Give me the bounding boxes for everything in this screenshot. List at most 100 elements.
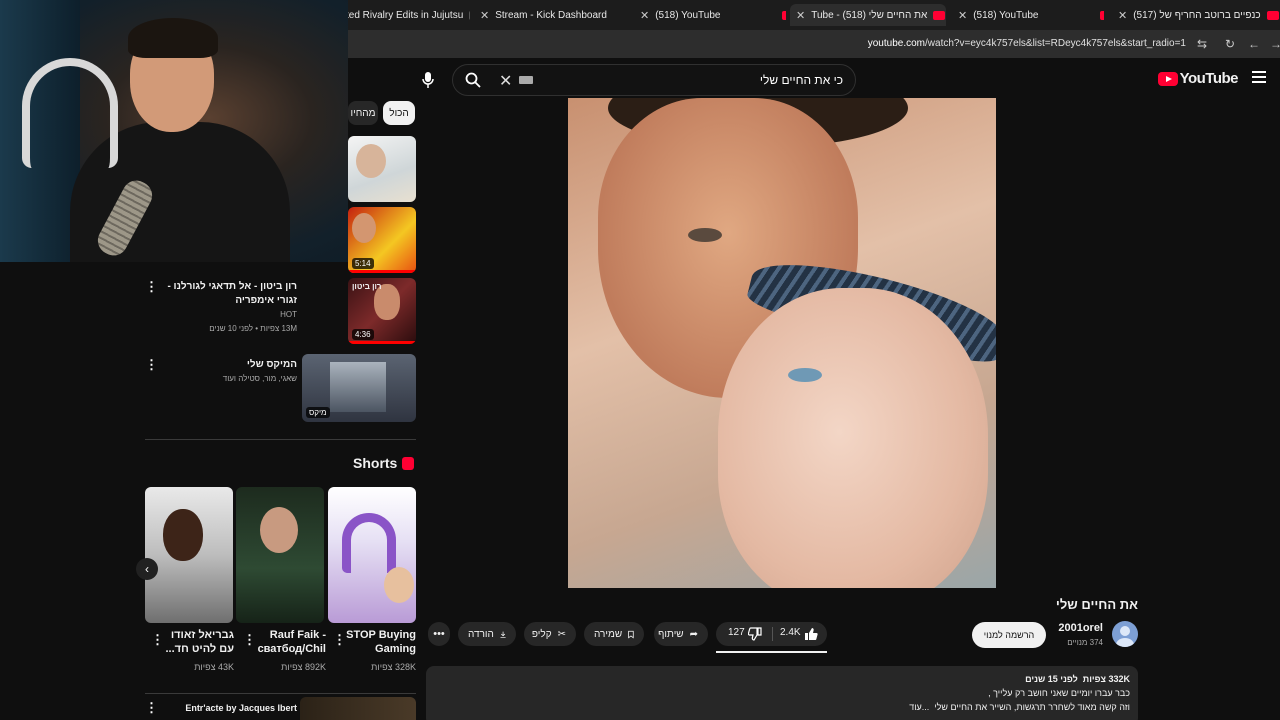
forward-icon[interactable]: →	[1268, 36, 1280, 52]
close-icon[interactable]: ✕	[958, 9, 967, 22]
sidebar-video-meta: 13M צפיות • לפני 10 שנים	[209, 324, 297, 333]
short-title[interactable]: STOP Buying Gaming	[346, 628, 416, 656]
video-title: את החיים שלי	[1055, 597, 1138, 612]
short-views: 892K צפיות	[281, 662, 326, 672]
short-title[interactable]: גבריאל זאודו עם להיט חד...	[164, 628, 235, 656]
sidebar-mix-meta: שאגי, מור, סטילה ועוד	[222, 374, 297, 383]
sidebar-video-channel[interactable]: HOT	[147, 309, 297, 321]
bookmark-icon	[628, 630, 634, 638]
share-label: שיתוף	[658, 628, 684, 640]
dislike-button[interactable]: 127	[716, 622, 772, 646]
tab-label: (518) YouTube	[973, 9, 1039, 21]
more-options-icon[interactable]: ⋮	[151, 632, 164, 648]
back-icon[interactable]: ←	[1246, 36, 1262, 52]
share-icon: ➦	[689, 628, 698, 640]
search-box[interactable]: כי את החיים שלי ✕	[452, 64, 856, 96]
tab-kick-dashboard[interactable]: ✕ Stream - Kick Dashboard	[474, 4, 614, 26]
short-item-2[interactable]	[236, 487, 324, 623]
more-actions-button[interactable]: •••	[428, 622, 450, 646]
save-label: שמירה	[594, 628, 623, 640]
video-player[interactable]	[568, 98, 996, 588]
description-line: כבר עברו יומיים שאני חושב רק עלייך ,	[988, 688, 1130, 698]
thumb-face	[356, 144, 386, 178]
sidebar-video-title[interactable]: רון ביטון - אל תדאגי לגורלנו - זגורי אימ…	[147, 280, 297, 308]
tab-youtube-1[interactable]: ✕ (518) YouTube	[634, 4, 786, 26]
share-button[interactable]: ➦ שיתוף	[654, 622, 708, 646]
watched-progress	[348, 341, 416, 344]
thumbs-down-icon	[748, 627, 762, 641]
download-button[interactable]: הורדה	[458, 622, 516, 646]
more-options-icon[interactable]: ⋮	[145, 357, 158, 373]
close-icon[interactable]: ✕	[796, 9, 805, 22]
video-face-right	[718, 288, 988, 588]
url-text[interactable]: youtube.com/watch?v=eyc4k757els&list=RDe…	[868, 38, 1186, 49]
tab-jujutsu[interactable]: ted Rivalry Edits in Jujutsu	[340, 4, 470, 26]
duration-badge: 4:36	[352, 329, 374, 340]
chip-label: מהחיו	[350, 107, 376, 119]
more-options-icon[interactable]: ⋮	[145, 279, 158, 295]
reload-icon[interactable]: ↻	[1222, 36, 1238, 52]
tab-label: Stream - Kick Dashboard	[495, 9, 607, 21]
like-dislike-group: 2.4K 127	[716, 622, 827, 646]
tab-label: (518) YouTube	[655, 9, 721, 21]
short-item-1[interactable]	[328, 487, 416, 623]
shorts-icon	[402, 457, 414, 470]
clear-search-icon[interactable]: ✕	[499, 71, 512, 91]
sidebar-mix-title[interactable]: המיקס שלי	[157, 358, 297, 372]
close-icon[interactable]: ✕	[480, 9, 489, 22]
sidebar-thumb-mix[interactable]: מיקס	[302, 354, 416, 422]
short-title[interactable]: Rauf Faik - сватбод/Chil	[256, 628, 326, 656]
subscribe-button[interactable]: הרשמה למנוי	[972, 622, 1046, 648]
sidebar-video-title[interactable]: Entr'acte by Jacques Ibert	[147, 701, 297, 715]
screen: ted Rivalry Edits in Jujutsu ✕ Stream - …	[0, 0, 1280, 720]
chip-all[interactable]: הכול	[383, 101, 415, 125]
description-box[interactable]: 332K צפיות לפני 15 שנים כבר עברו יומיים …	[426, 666, 1138, 720]
close-icon[interactable]: ✕	[640, 9, 649, 22]
channel-name[interactable]: 2001orel	[1058, 622, 1103, 634]
like-ratio-bar	[716, 651, 827, 653]
keyboard-icon[interactable]	[519, 76, 533, 84]
clip-label: קליפ	[531, 628, 552, 640]
menu-icon[interactable]	[1252, 71, 1266, 83]
search-input[interactable]: כי את החיים שלי	[760, 73, 843, 87]
description-stats: 332K צפיות לפני 15 שנים	[1025, 674, 1130, 684]
clip-button[interactable]: ✂ קליפ	[524, 622, 576, 646]
like-button[interactable]: 2.4K	[774, 622, 827, 646]
more-options-icon[interactable]: ⋮	[333, 632, 346, 648]
youtube-logo[interactable]: YouTube	[1157, 70, 1239, 87]
mix-badge: מיקס	[306, 407, 330, 418]
video-eye	[688, 228, 722, 242]
short-item-3[interactable]	[145, 487, 233, 623]
channel-avatar[interactable]	[1112, 621, 1138, 647]
scissors-icon: ✂	[557, 628, 566, 640]
microphone-icon[interactable]	[414, 64, 442, 96]
close-icon[interactable]: ✕	[1118, 9, 1127, 22]
download-icon	[500, 631, 506, 638]
show-more-link[interactable]: ...עוד	[909, 702, 929, 712]
sidebar-thumb-3[interactable]: רון ביטון 4:36	[348, 278, 416, 344]
more-options-icon[interactable]: ⋮	[243, 632, 256, 648]
upload-age: לפני 15 שנים	[1025, 674, 1078, 684]
save-button[interactable]: שמירה	[584, 622, 644, 646]
youtube-icon	[1266, 10, 1279, 20]
translate-icon[interactable]: ⇆	[1194, 36, 1210, 52]
view-count: 332K צפיות	[1082, 674, 1130, 684]
carousel-prev-button[interactable]: ‹	[136, 558, 158, 580]
tab-youtube-3[interactable]: ✕ (518) YouTube	[952, 4, 1104, 26]
section-divider	[145, 439, 416, 440]
logo-text: YouTube	[1179, 70, 1239, 87]
thumb-face	[163, 509, 203, 561]
search-icon[interactable]	[465, 72, 481, 88]
sidebar-thumb-bottom[interactable]	[300, 697, 416, 720]
tab-label: ted Rivalry Edits in Jujutsu	[346, 9, 464, 21]
tab-youtube-active[interactable]: ✕ Tube - את החיים שלי (518)	[790, 4, 946, 26]
tab-youtube-4[interactable]: ✕ (517) כנפיים ברוטב החריף של	[1112, 4, 1280, 26]
chip-second[interactable]: מהחיו	[348, 101, 378, 125]
more-options-icon[interactable]: ⋮	[145, 700, 158, 716]
thumb-face	[260, 507, 298, 553]
sidebar-thumb-1[interactable]	[348, 136, 416, 202]
video-eye	[788, 368, 822, 382]
subscriber-count: 374 מנויים	[1067, 638, 1103, 647]
thumb-face	[352, 213, 376, 243]
sidebar-thumb-2[interactable]: 5:14	[348, 207, 416, 273]
